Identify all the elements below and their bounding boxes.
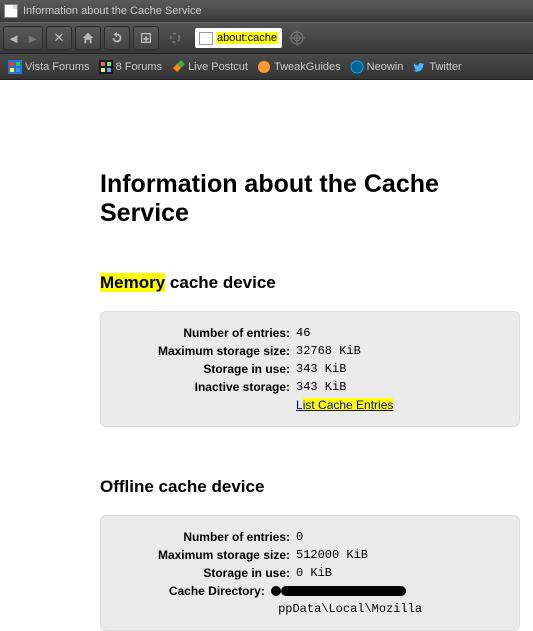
window-title: Information about the Cache Service — [23, 5, 202, 17]
favicon-icon — [257, 60, 271, 74]
favicon-icon — [99, 60, 113, 74]
back-icon: ◄ — [7, 31, 20, 46]
highlight-text: Memory — [100, 273, 165, 292]
reload-icon — [110, 31, 124, 45]
identity-icon[interactable] — [288, 29, 306, 47]
favicon-icon — [8, 60, 22, 74]
throbber — [162, 26, 188, 50]
address-bar[interactable]: about:cache — [195, 28, 530, 48]
url-text: about:cache — [216, 32, 278, 44]
cache-directory-label: Cache Directory: — [101, 582, 271, 618]
storage-inuse-label: Storage in use: — [101, 564, 296, 582]
entries-label: Number of entries: — [101, 324, 296, 342]
bookmark-label: Vista Forums — [25, 61, 90, 73]
twitter-icon — [412, 60, 426, 74]
memory-device-box: Number of entries:46 Maximum storage siz… — [100, 311, 520, 427]
stop-button[interactable]: ✕ — [46, 26, 72, 50]
offline-device-box: Number of entries:0 Maximum storage size… — [100, 515, 520, 631]
page-icon — [4, 4, 18, 18]
toolbar: ◄ ► ✕ about:cache — [0, 22, 533, 54]
titlebar: Information about the Cache Service — [0, 0, 533, 22]
loading-icon — [168, 31, 182, 45]
cache-directory-value: ppData\Local\Mozilla — [271, 582, 519, 618]
home-icon — [81, 31, 95, 45]
max-storage-value: 32768 KiB — [296, 342, 361, 360]
memory-heading: Memory cache device — [100, 273, 533, 293]
bookmark-label: Twitter — [429, 61, 461, 73]
max-storage-label: Maximum storage size: — [101, 546, 296, 564]
home-button[interactable] — [75, 26, 101, 50]
bookmark-label: Live Postcut — [188, 61, 248, 73]
entries-value: 46 — [296, 324, 310, 342]
page-icon — [199, 32, 213, 45]
close-icon: ✕ — [54, 30, 65, 46]
page-content: Information about the Cache Service Memo… — [0, 80, 533, 631]
max-storage-label: Maximum storage size: — [101, 342, 296, 360]
bookmark-label: TweakGuides — [274, 61, 341, 73]
max-storage-value: 512000 KiB — [296, 546, 368, 564]
page-title: Information about the Cache Service — [100, 170, 533, 228]
bookmarks-bar: Vista Forums 8 Forums Live Postcut Tweak… — [0, 54, 533, 80]
entries-value: 0 — [296, 528, 303, 546]
offline-heading: Offline cache device — [100, 477, 533, 497]
bookmark-label: Neowin — [367, 61, 404, 73]
bookmark-tweak[interactable]: TweakGuides — [254, 58, 344, 76]
new-tab-button[interactable] — [133, 26, 159, 50]
forward-icon: ► — [26, 31, 39, 46]
bookmark-twitter[interactable]: Twitter — [409, 58, 464, 76]
entries-label: Number of entries: — [101, 528, 296, 546]
bookmark-neowin[interactable]: Neowin — [347, 58, 407, 76]
storage-inuse-value: 343 KiB — [296, 360, 346, 378]
new-tab-icon — [139, 31, 153, 45]
bookmark-vista[interactable]: Vista Forums — [5, 58, 93, 76]
favicon-icon — [171, 60, 185, 74]
nav-back-forward[interactable]: ◄ ► — [3, 26, 43, 50]
inactive-storage-value: 343 KiB — [296, 378, 346, 396]
favicon-icon — [350, 60, 364, 74]
bookmark-eight[interactable]: 8 Forums — [96, 58, 165, 76]
storage-inuse-label: Storage in use: — [101, 360, 296, 378]
reload-button[interactable] — [104, 26, 130, 50]
bookmark-postcut[interactable]: Live Postcut — [168, 58, 251, 76]
storage-inuse-value: 0 KiB — [296, 564, 332, 582]
list-cache-entries-link[interactable]: List Cache Entries — [296, 396, 393, 414]
bookmark-label: 8 Forums — [116, 61, 162, 73]
inactive-storage-label: Inactive storage: — [101, 378, 296, 396]
